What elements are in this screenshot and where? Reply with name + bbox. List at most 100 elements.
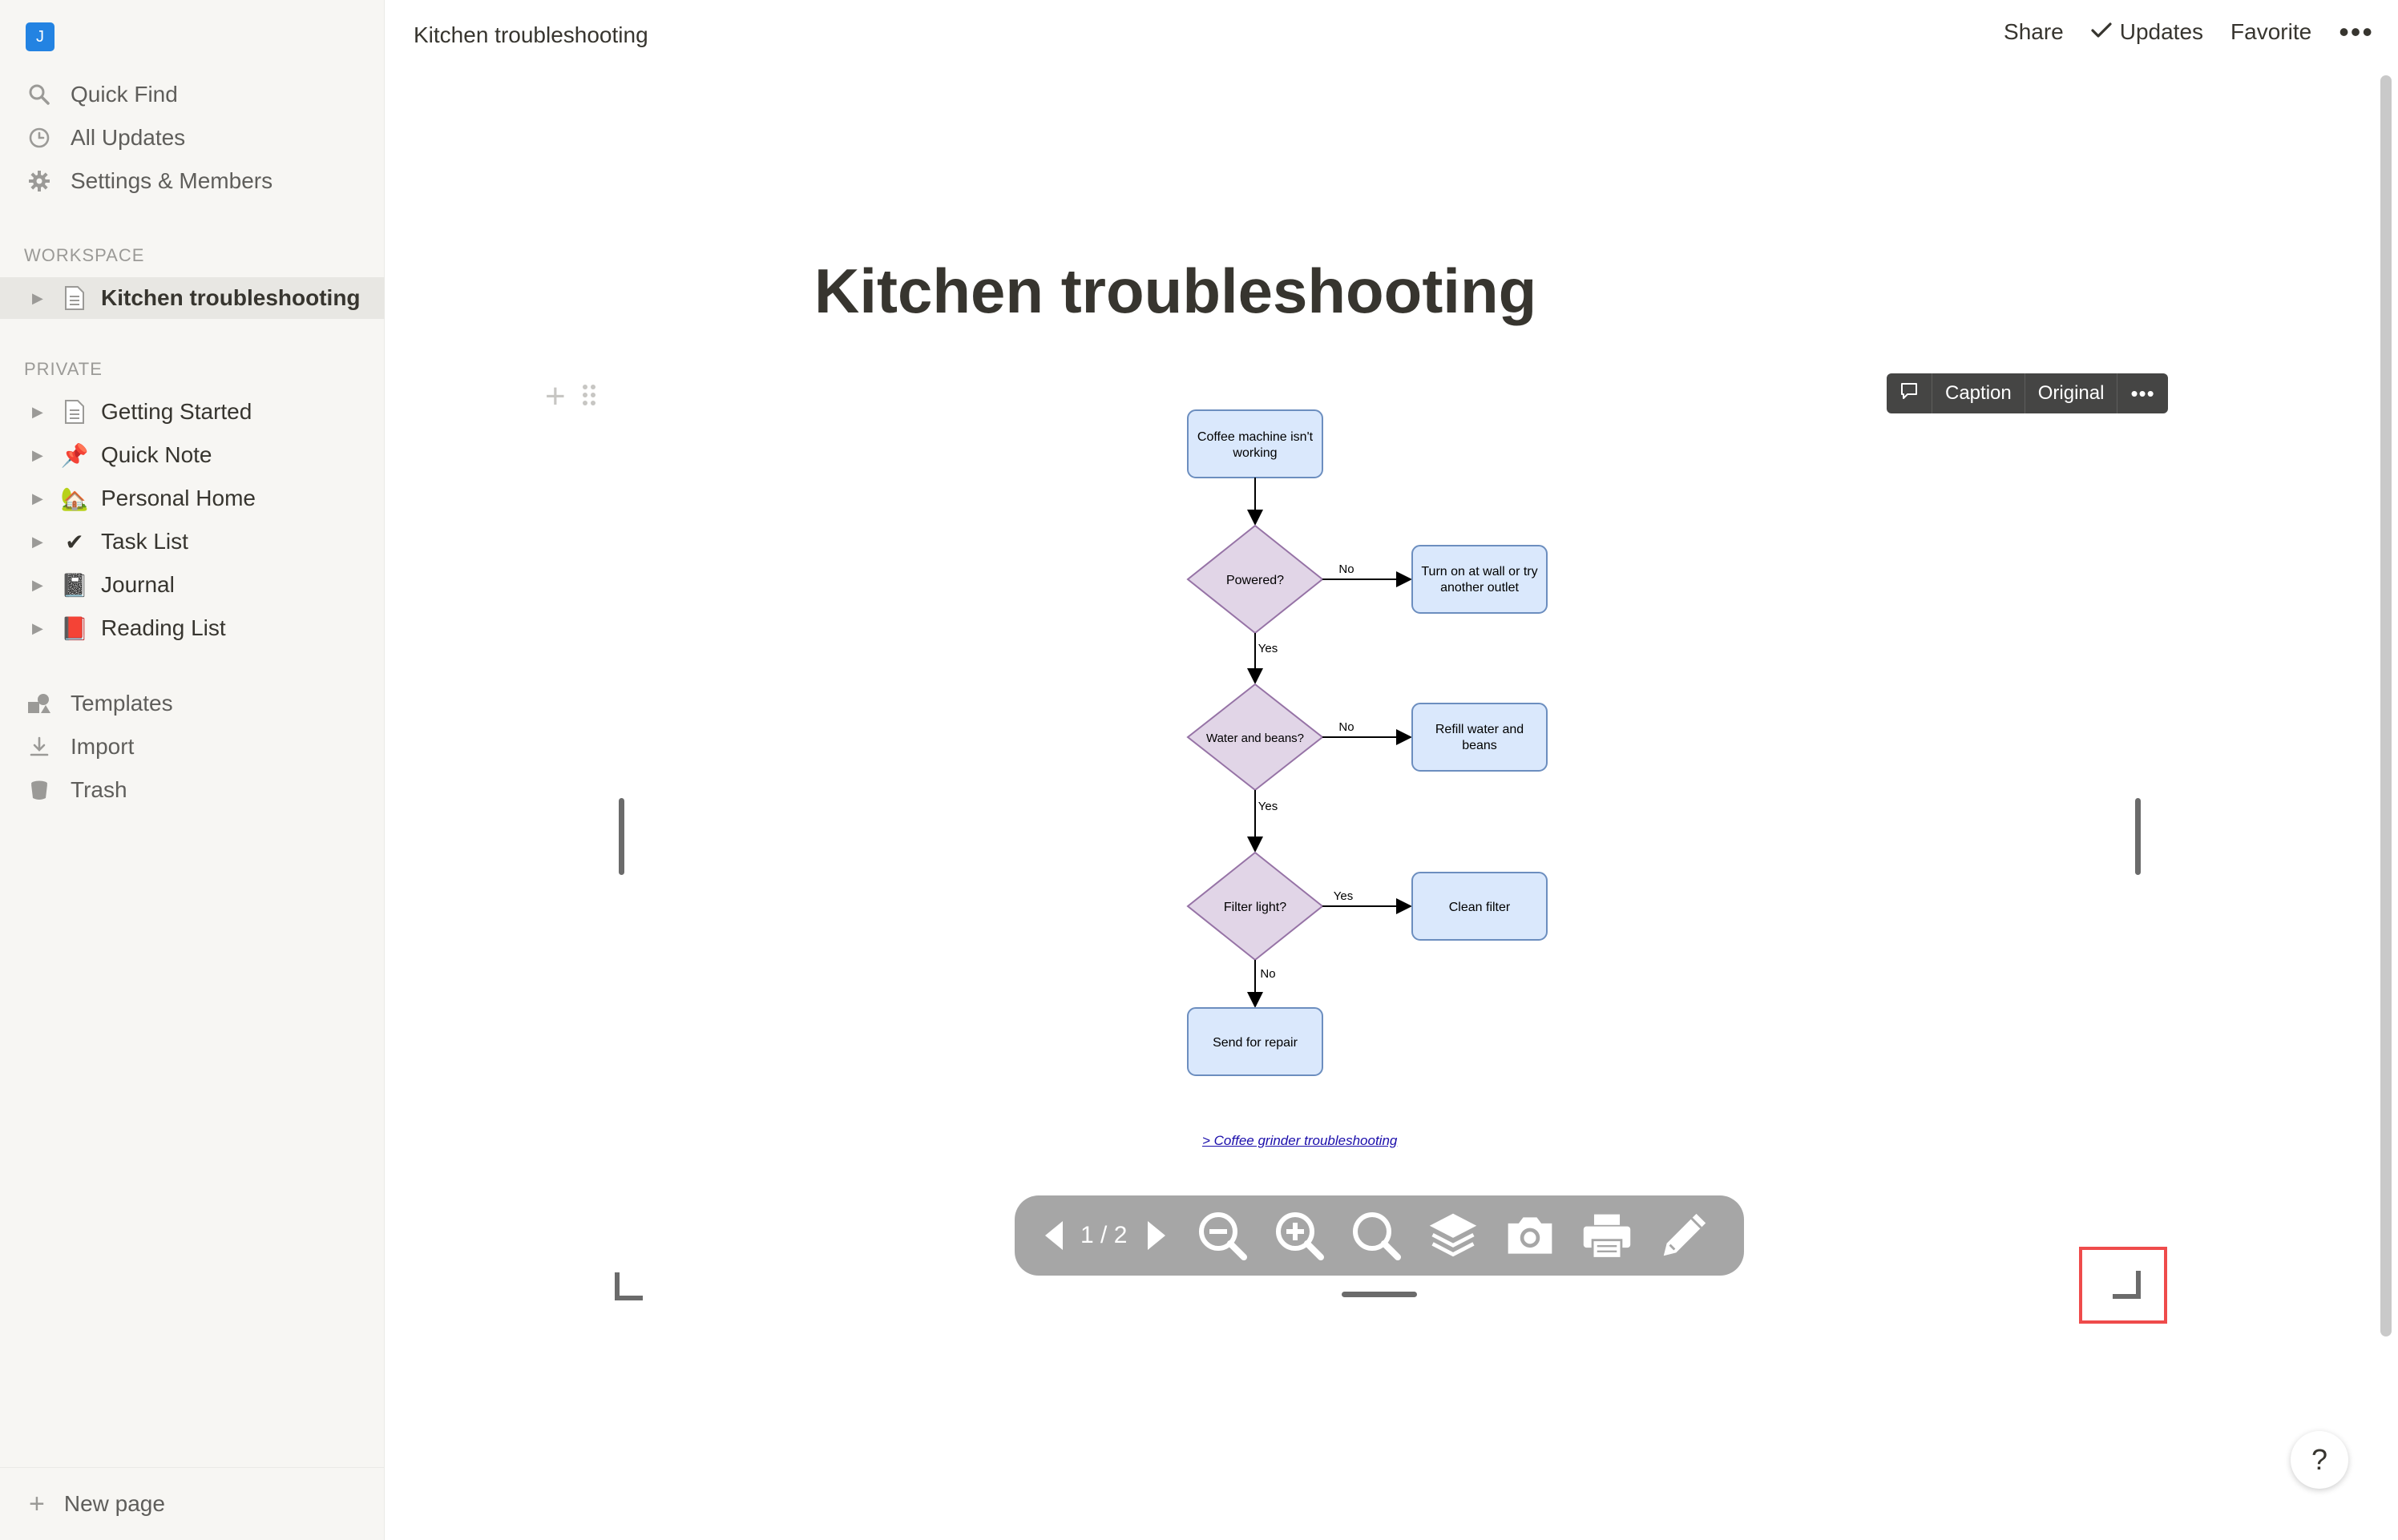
templates-icon bbox=[24, 688, 54, 719]
sidebar-item-quick-note[interactable]: ▶ 📌 Quick Note bbox=[0, 434, 385, 476]
flow-start-text-2: working bbox=[1232, 446, 1277, 460]
sidebar-import[interactable]: Import bbox=[0, 726, 385, 768]
workspace-avatar[interactable]: J bbox=[26, 22, 54, 51]
flow-q2-yes-label: Yes bbox=[1258, 800, 1278, 813]
image-toolbar: Caption Original ••• bbox=[1887, 373, 2168, 413]
expand-arrow-icon[interactable]: ▶ bbox=[32, 490, 48, 507]
page-title[interactable]: Kitchen troubleshooting bbox=[814, 255, 1536, 328]
private-section-label: PRIVATE bbox=[24, 359, 103, 379]
expand-arrow-icon[interactable]: ▶ bbox=[32, 534, 48, 550]
red-book-icon: 📕 bbox=[60, 615, 89, 641]
gear-icon bbox=[24, 166, 54, 196]
drag-handle-icon[interactable] bbox=[582, 383, 596, 411]
plus-icon: + bbox=[29, 1488, 45, 1519]
sidebar-item-journal[interactable]: ▶ 📓 Journal bbox=[0, 564, 385, 606]
sidebar-item-task-list[interactable]: ▶ ✔ Task List bbox=[0, 521, 385, 562]
expand-arrow-icon[interactable]: ▶ bbox=[32, 620, 48, 637]
sidebar-all-updates[interactable]: All Updates bbox=[0, 117, 385, 159]
scrollbar[interactable] bbox=[2380, 75, 2392, 1336]
sidebar-item-personal-home[interactable]: ▶ 🏡 Personal Home bbox=[0, 478, 385, 519]
page-indicator: 1 / 2 bbox=[1080, 1222, 1128, 1248]
new-page-label: New page bbox=[63, 1491, 165, 1516]
resize-handle-right[interactable] bbox=[2135, 798, 2141, 875]
more-options-icon[interactable]: ••• bbox=[2339, 18, 2374, 46]
search-icon bbox=[24, 79, 54, 110]
expand-arrow-icon[interactable]: ▶ bbox=[32, 290, 48, 307]
help-button[interactable]: ? bbox=[2291, 1431, 2348, 1489]
flow-q3-action-text: Clean filter bbox=[1449, 901, 1511, 914]
add-block-icon[interactable]: + bbox=[545, 377, 566, 417]
resize-handle-left[interactable] bbox=[619, 798, 624, 875]
updates-label: Updates bbox=[2119, 19, 2204, 44]
sidebar-settings-members[interactable]: Settings & Members bbox=[0, 160, 385, 202]
sidebar-all-updates-label: All Updates bbox=[71, 125, 186, 150]
flow-q1-action-box bbox=[1411, 545, 1548, 614]
pdf-resize-handle[interactable] bbox=[1342, 1292, 1417, 1297]
original-button[interactable]: Original bbox=[2025, 373, 2118, 413]
sidebar-item-label: Personal Home bbox=[101, 486, 256, 510]
check-icon bbox=[2091, 19, 2112, 45]
share-button[interactable]: Share bbox=[2004, 19, 2064, 45]
resize-corner-bottom-right[interactable] bbox=[2111, 1269, 2142, 1300]
flow-q1-no-label: No bbox=[1338, 562, 1354, 576]
flow-start-box bbox=[1187, 409, 1323, 478]
flow-q3-yes-label: Yes bbox=[1334, 889, 1353, 903]
flow-q2-action-text-2: beans bbox=[1462, 739, 1497, 752]
resize-corner-bottom-left[interactable] bbox=[614, 1271, 644, 1301]
new-page-button[interactable]: + New page bbox=[0, 1467, 385, 1540]
search-icon[interactable] bbox=[1350, 1209, 1403, 1262]
zoom-out-icon[interactable] bbox=[1196, 1209, 1249, 1262]
breadcrumb[interactable]: Kitchen troubleshooting bbox=[414, 22, 648, 48]
flow-q3-text: Filter light? bbox=[1224, 901, 1286, 914]
sidebar-item-label: Quick Note bbox=[101, 442, 212, 467]
sidebar-quick-find-label: Quick Find bbox=[71, 82, 178, 107]
topbar: Kitchen troubleshooting Share Updates Fa… bbox=[385, 0, 2398, 72]
page-icon bbox=[59, 283, 90, 313]
updates-button[interactable]: Updates bbox=[2091, 19, 2203, 45]
sidebar-item-label: Journal bbox=[101, 572, 175, 597]
sidebar-templates[interactable]: Templates bbox=[0, 683, 385, 724]
trash-icon bbox=[24, 775, 54, 805]
caption-button[interactable]: Caption bbox=[1932, 373, 2025, 413]
layers-icon[interactable] bbox=[1427, 1209, 1480, 1262]
flow-end-text: Send for repair bbox=[1213, 1036, 1298, 1050]
sidebar-item-label: Task List bbox=[101, 529, 188, 554]
sidebar-settings-members-label: Settings & Members bbox=[71, 168, 273, 193]
coffee-grinder-link[interactable]: > Coffee grinder troubleshooting bbox=[1202, 1133, 1397, 1149]
workspace-section-label: WORKSPACE bbox=[24, 245, 145, 265]
zoom-in-icon[interactable] bbox=[1273, 1209, 1326, 1262]
pdf-toolbar: 1 / 2 bbox=[1015, 1195, 1744, 1276]
sidebar-quick-find[interactable]: Quick Find bbox=[0, 74, 385, 115]
checkmark-icon: ✔ bbox=[65, 529, 84, 554]
sidebar-item-reading-list[interactable]: ▶ 📕 Reading List bbox=[0, 607, 385, 649]
sidebar: J Quick Find All Updates Settings & Memb… bbox=[0, 0, 385, 1540]
print-icon[interactable] bbox=[1580, 1209, 1633, 1262]
expand-arrow-icon[interactable]: ▶ bbox=[32, 447, 48, 464]
pushpin-icon: 📌 bbox=[60, 442, 89, 468]
block-handle[interactable]: + bbox=[545, 377, 596, 417]
expand-arrow-icon[interactable]: ▶ bbox=[32, 577, 48, 594]
comment-icon bbox=[1899, 381, 1919, 406]
next-page-icon[interactable] bbox=[1144, 1211, 1169, 1260]
clock-icon bbox=[24, 123, 54, 153]
flowchart-diagram: Coffee machine isn't working Powered? No… bbox=[1186, 409, 1548, 1076]
prev-page-icon[interactable] bbox=[1042, 1211, 1066, 1260]
favorite-button[interactable]: Favorite bbox=[2230, 19, 2311, 45]
flow-q1-action-text-1: Turn on at wall or try bbox=[1421, 565, 1537, 579]
house-icon: 🏡 bbox=[60, 486, 89, 511]
sidebar-trash[interactable]: Trash bbox=[0, 769, 385, 811]
sidebar-item-kitchen-troubleshooting[interactable]: ▶ Kitchen troubleshooting bbox=[0, 277, 385, 319]
flow-start-text-1: Coffee machine isn't bbox=[1197, 430, 1314, 444]
sidebar-item-getting-started[interactable]: ▶ Getting Started bbox=[0, 391, 385, 433]
pencil-icon[interactable] bbox=[1657, 1209, 1710, 1262]
page-icon bbox=[59, 397, 90, 427]
flow-q2-no-label: No bbox=[1338, 720, 1354, 734]
image-more-icon[interactable]: ••• bbox=[2117, 373, 2167, 413]
flow-q2-text: Water and beans? bbox=[1206, 732, 1304, 745]
camera-icon[interactable] bbox=[1504, 1209, 1556, 1262]
import-icon bbox=[24, 732, 54, 762]
flow-q2-action-box bbox=[1411, 703, 1548, 772]
comment-button[interactable] bbox=[1887, 373, 1932, 413]
notebook-icon: 📓 bbox=[60, 572, 89, 598]
expand-arrow-icon[interactable]: ▶ bbox=[32, 404, 48, 421]
